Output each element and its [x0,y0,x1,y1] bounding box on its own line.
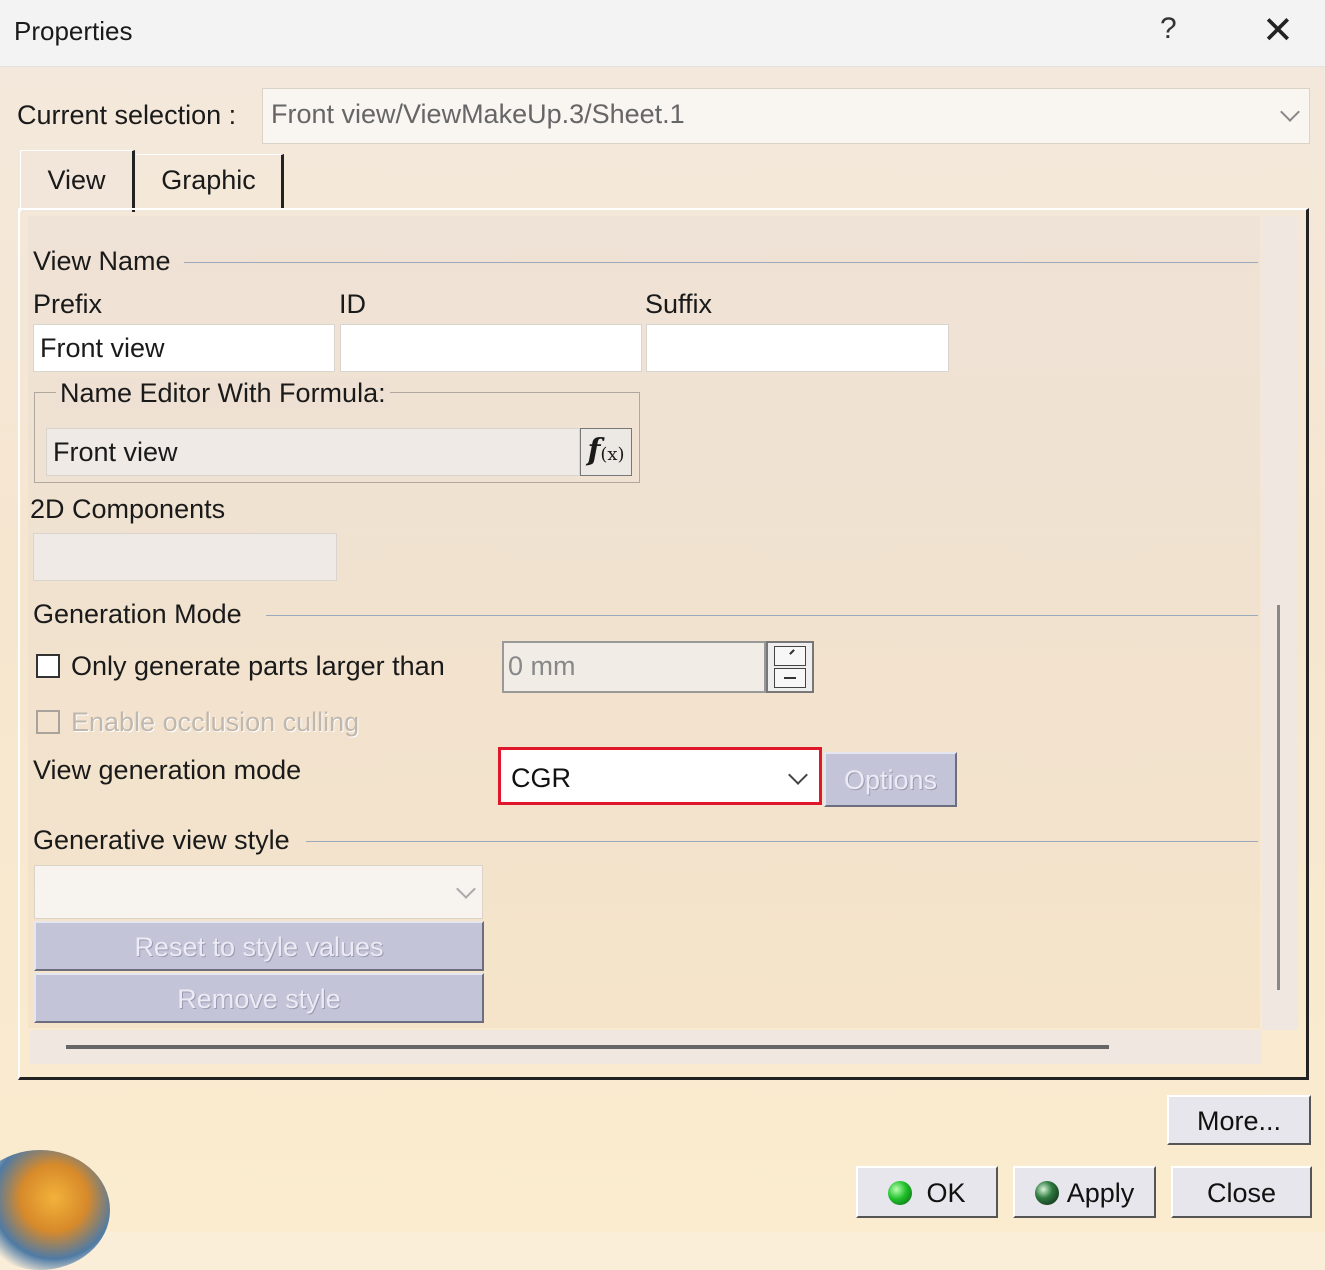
view-style-heading: Generative view style [33,825,290,855]
min-size-spinner[interactable] [766,641,814,693]
apply-button-label: Apply [1066,1178,1135,1208]
view-name-heading: View Name [33,246,171,276]
suffix-label: Suffix [645,289,713,319]
tab-view[interactable]: View [20,150,135,212]
help-button[interactable]: ? [1160,12,1177,46]
close-window-button[interactable]: ✕ [1262,8,1294,53]
vertical-scrollbar[interactable] [1262,216,1298,1030]
view-generation-mode-value: CGR [511,763,571,793]
remove-style-button[interactable]: Remove style [34,973,484,1023]
current-selection-value: Front view/ViewMakeUp.3/Sheet.1 [271,99,685,129]
name-editor-label: Name Editor With Formula: [56,378,390,409]
id-label: ID [339,289,366,319]
components-field [33,533,337,581]
formula-name-value: Front view [53,437,178,467]
formula-name-field[interactable]: Front view [46,428,580,476]
view-style-dropdown[interactable] [34,865,483,919]
options-button[interactable]: Options [824,752,957,807]
formula-editor-button[interactable]: f(x) [580,428,632,476]
tab-graphic[interactable]: Graphic [136,154,284,210]
formula-x-glyph: (x) [600,444,625,465]
view-generation-mode-label: View generation mode [33,755,302,785]
chevron-down-icon [1280,102,1300,122]
spin-down-icon[interactable] [774,668,806,688]
spin-up-icon[interactable] [774,646,806,666]
generation-mode-heading: Generation Mode [33,599,242,629]
window-title: Properties [14,16,133,46]
green-led-icon [888,1181,913,1205]
vertical-scrollbar-thumb[interactable] [1277,605,1280,990]
section-divider [184,262,1258,263]
more-button[interactable]: More... [1167,1095,1311,1145]
reset-style-button[interactable]: Reset to style values [34,921,484,971]
min-size-input[interactable]: 0 mm [502,641,766,693]
only-larger-label: Only generate parts larger than [71,651,445,681]
section-divider [306,841,1258,842]
ok-button[interactable]: OK [856,1166,998,1218]
horizontal-scrollbar-thumb[interactable] [66,1045,1109,1049]
view-generation-mode-dropdown[interactable]: CGR [498,747,822,805]
title-bar: Properties ? ✕ [0,0,1325,67]
chevron-down-icon [788,765,808,785]
components-label: 2D Components [30,494,226,524]
id-input[interactable] [340,324,642,372]
prefix-label: Prefix [33,289,103,319]
prefix-input-value: Front view [40,333,165,363]
current-selection-dropdown[interactable]: Front view/ViewMakeUp.3/Sheet.1 [262,88,1310,144]
occlusion-checkbox[interactable] [36,710,60,734]
green-led-icon [1034,1181,1059,1205]
occlusion-label: Enable occlusion culling [71,707,360,737]
suffix-input[interactable] [646,324,949,372]
chevron-down-icon [456,879,476,899]
close-button[interactable]: Close [1171,1166,1312,1218]
section-divider [266,615,1258,616]
current-selection-label: Current selection : [17,100,237,130]
only-larger-checkbox[interactable] [36,654,60,678]
prefix-input[interactable]: Front view [33,324,335,372]
ok-button-label: OK [926,1178,966,1208]
min-size-value: 0 mm [508,651,576,681]
apply-button[interactable]: Apply [1013,1166,1156,1218]
formula-f-glyph: f [587,433,601,468]
